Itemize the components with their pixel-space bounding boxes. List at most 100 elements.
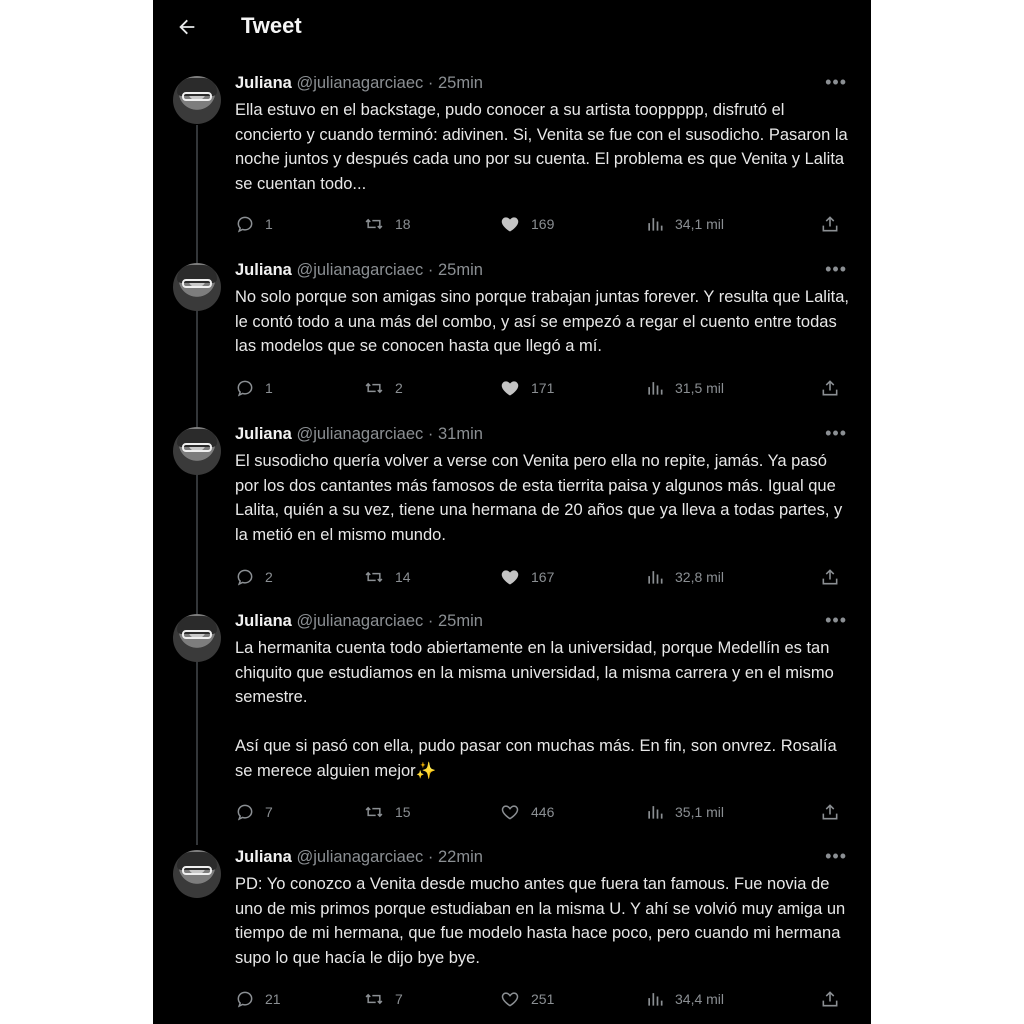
- like-button[interactable]: 251: [499, 987, 554, 1011]
- tweet-text: No solo porque son amigas sino porque tr…: [235, 288, 849, 355]
- tweet-header: Juliana @julianagarciaec · 25min: [235, 261, 483, 280]
- retweet-icon: [365, 806, 383, 818]
- retweet-count: 14: [395, 569, 411, 585]
- views-count: 34,1 mil: [675, 216, 725, 232]
- share-icon: [822, 569, 838, 585]
- analytics-icon: [648, 218, 663, 231]
- reply-button[interactable]: 1: [235, 376, 273, 400]
- author-name[interactable]: Juliana: [235, 261, 292, 279]
- reply-count: 21: [265, 991, 281, 1007]
- retweet-button[interactable]: 7: [363, 987, 403, 1011]
- share-button[interactable]: [820, 987, 840, 1011]
- like-button[interactable]: 171: [499, 376, 554, 400]
- reply-count: 1: [265, 380, 273, 396]
- like-button[interactable]: 169: [499, 212, 554, 236]
- reply-button[interactable]: 2: [235, 565, 273, 589]
- like-button[interactable]: 446: [499, 800, 554, 824]
- share-icon: [822, 804, 838, 820]
- retweet-button[interactable]: 2: [363, 376, 403, 400]
- share-button[interactable]: [820, 800, 840, 824]
- separator-dot: ·: [427, 848, 434, 866]
- like-count: 446: [531, 804, 555, 820]
- tweet-time[interactable]: 22min: [438, 848, 483, 866]
- tweet-header: Juliana @julianagarciaec · 22min: [235, 848, 483, 867]
- author-name[interactable]: Juliana: [235, 848, 292, 866]
- views-button[interactable]: 35,1 mil: [645, 800, 724, 824]
- analytics-icon: [648, 806, 663, 819]
- separator-dot: ·: [427, 261, 434, 279]
- heart-icon: [501, 217, 519, 232]
- reply-icon: [237, 991, 253, 1008]
- share-icon: [822, 380, 838, 396]
- tweet-time[interactable]: 31min: [438, 425, 483, 443]
- tweet-text: Ella estuvo en el backstage, pudo conoce…: [235, 101, 848, 193]
- author-handle[interactable]: @julianagarciaec: [296, 425, 423, 443]
- back-arrow-icon[interactable]: [173, 13, 201, 41]
- tweet-time[interactable]: 25min: [438, 612, 483, 630]
- share-icon: [822, 991, 838, 1007]
- tweet-text: PD: Yo conozco a Venita desde mucho ante…: [235, 875, 846, 967]
- reply-icon: [237, 804, 253, 821]
- author-name[interactable]: Juliana: [235, 425, 292, 443]
- reply-count: 7: [265, 804, 273, 820]
- like-count: 169: [531, 216, 555, 232]
- avatar[interactable]: [173, 850, 221, 898]
- retweet-icon: [365, 571, 383, 583]
- tweet-actions: 1 2 171 31,5 mil: [235, 376, 847, 400]
- like-button[interactable]: 167: [499, 565, 554, 589]
- author-handle[interactable]: @julianagarciaec: [296, 612, 423, 630]
- author-handle[interactable]: @julianagarciaec: [296, 261, 423, 279]
- author-name[interactable]: Juliana: [235, 74, 292, 92]
- views-button[interactable]: 31,5 mil: [645, 376, 724, 400]
- analytics-icon: [648, 571, 663, 584]
- like-count: 251: [531, 991, 555, 1007]
- share-button[interactable]: [820, 376, 840, 400]
- more-options-icon[interactable]: •••: [825, 72, 847, 93]
- avatar[interactable]: [173, 614, 221, 662]
- views-count: 35,1 mil: [675, 804, 725, 820]
- tweet-header: Juliana @julianagarciaec · 25min: [235, 612, 483, 631]
- avatar[interactable]: [173, 76, 221, 124]
- retweet-count: 18: [395, 216, 411, 232]
- reply-button[interactable]: 7: [235, 800, 273, 824]
- views-count: 32,8 mil: [675, 569, 725, 585]
- retweet-button[interactable]: 18: [363, 212, 411, 236]
- author-handle[interactable]: @julianagarciaec: [296, 74, 423, 92]
- tweet-header: Juliana @julianagarciaec · 25min: [235, 74, 483, 93]
- tweet-actions: 21 7 251 34,4 mil: [235, 987, 847, 1011]
- views-button[interactable]: 34,1 mil: [645, 212, 724, 236]
- heart-icon: [501, 992, 519, 1007]
- heart-icon: [501, 570, 519, 585]
- reply-button[interactable]: 21: [235, 987, 281, 1011]
- tweet-time[interactable]: 25min: [438, 261, 483, 279]
- avatar[interactable]: [173, 263, 221, 311]
- reply-button[interactable]: 1: [235, 212, 273, 236]
- analytics-icon: [648, 993, 663, 1006]
- author-name[interactable]: Juliana: [235, 612, 292, 630]
- reply-icon: [237, 569, 253, 586]
- like-count: 171: [531, 380, 555, 396]
- separator-dot: ·: [427, 612, 434, 630]
- views-button[interactable]: 34,4 mil: [645, 987, 724, 1011]
- separator-dot: ·: [427, 74, 434, 92]
- avatar[interactable]: [173, 427, 221, 475]
- views-count: 34,4 mil: [675, 991, 725, 1007]
- analytics-icon: [648, 382, 663, 395]
- retweet-button[interactable]: 14: [363, 565, 411, 589]
- heart-icon: [501, 805, 519, 820]
- more-options-icon[interactable]: •••: [825, 259, 847, 280]
- share-button[interactable]: [820, 212, 840, 236]
- author-handle[interactable]: @julianagarciaec: [296, 848, 423, 866]
- share-button[interactable]: [820, 565, 840, 589]
- retweet-count: 15: [395, 804, 411, 820]
- top-bar: Tweet: [153, 0, 871, 56]
- like-count: 167: [531, 569, 555, 585]
- views-button[interactable]: 32,8 mil: [645, 565, 724, 589]
- tweet-header: Juliana @julianagarciaec · 31min: [235, 425, 483, 444]
- tweet-time[interactable]: 25min: [438, 74, 483, 92]
- reply-count: 2: [265, 569, 273, 585]
- more-options-icon[interactable]: •••: [825, 846, 847, 867]
- retweet-button[interactable]: 15: [363, 800, 411, 824]
- more-options-icon[interactable]: •••: [825, 610, 847, 631]
- more-options-icon[interactable]: •••: [825, 423, 847, 444]
